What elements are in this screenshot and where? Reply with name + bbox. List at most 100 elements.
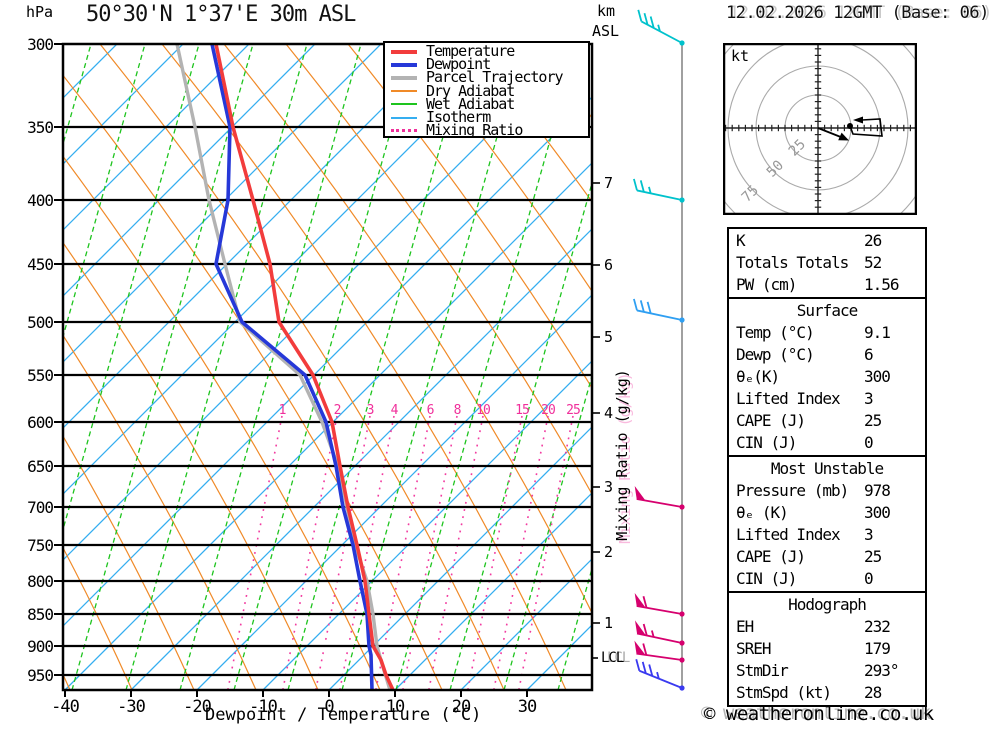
table-row-value: 26: [864, 231, 882, 250]
pressure-tick-label: 650: [27, 457, 54, 476]
table-row-label: CIN (J): [736, 569, 797, 588]
pressure-tick-label: 850: [27, 605, 54, 624]
table-row-label: SREH: [736, 639, 772, 658]
pressure-tick-label: 450: [27, 255, 54, 274]
height-axis-unit: km: [597, 2, 616, 20]
table-row-label: CAPE (J): [736, 547, 806, 566]
temperature-tick-label: -20: [183, 697, 212, 717]
km-tick-label: 3: [604, 478, 614, 496]
legend-swatch-mixing-ratio: [391, 129, 417, 133]
table-row: Totals Totals 52: [729, 252, 925, 274]
temperature-tick-label: -10: [249, 697, 278, 717]
table-row-label: StmSpd (kt): [736, 683, 832, 702]
page-title: 50°30'N 1°37'E 30m ASL: [86, 2, 356, 27]
pressure-tick-label: 350: [27, 118, 54, 137]
pressure-tick-label: 300: [27, 35, 54, 54]
mixing-ratio-value-label: 3: [366, 403, 375, 418]
table-row-value: 293°: [864, 661, 900, 680]
table-row: SREH 179: [729, 638, 925, 660]
pressure-tick-label: 900: [27, 637, 54, 656]
wind-barb-column: [633, 9, 685, 691]
pressure-tick-label: 600: [27, 413, 54, 432]
pressure-tick-label: 400: [27, 191, 54, 210]
pressure-tick-label: 800: [27, 572, 54, 591]
pressure-axis-unit: hPa: [26, 3, 54, 21]
mixing-ratio-value-label: 10: [476, 403, 491, 418]
mixing-ratio-value-label: 2: [333, 403, 342, 418]
table-row: Dewp (°C) 6: [729, 344, 925, 366]
storm-motion-vector: [817, 127, 843, 139]
legend: Temperature Dewpoint Parcel Trajectory Dry …: [383, 41, 590, 138]
temperature-tick-label: -40: [51, 697, 80, 717]
mixing-ratio-value-label: 15: [515, 403, 530, 418]
mixing-ratio-value-label: 4: [390, 403, 399, 418]
mixing-ratio-axis-label: Mixing Ratio (g/kg): [613, 369, 631, 541]
km-tick-label: 2: [604, 543, 614, 561]
table-row-value: 978: [864, 481, 891, 500]
table-section: Surface Temp (°C) 9.1 Dewp (°C) 6 θₑ(K) 300 Lif…: [727, 297, 927, 457]
table-row-value: 1.56: [864, 275, 900, 294]
temperature-line: [214, 45, 395, 690]
table-row: K 26: [729, 230, 925, 252]
table-row-value: 25: [864, 547, 882, 566]
mixing-ratio-value-label: 6: [426, 403, 435, 418]
axis-ticks: [54, 43, 600, 697]
legend-swatch-dry-adiabat: [391, 90, 417, 93]
pressure-tick-label: 950: [27, 666, 54, 685]
table-row-label: EH: [736, 617, 754, 636]
table-row: EH 232: [729, 616, 925, 638]
table-section: K 26 Totals Totals 52 PW (cm) 1.56: [727, 227, 927, 299]
table-row-value: 25: [864, 411, 882, 430]
table-row: StmSpd (kt) 28: [729, 682, 925, 704]
km-tick-label: 4: [604, 404, 614, 422]
table-row-label: Lifted Index: [736, 389, 841, 408]
km-tick-label: 6: [604, 256, 614, 274]
skewt-sounding-app: { "header": { "title": "50°30'N 1°37'E 3…: [0, 0, 1000, 733]
table-row-label: CIN (J): [736, 433, 797, 452]
table-row-value: 0: [864, 433, 874, 452]
pressure-tick-label: 500: [27, 313, 54, 332]
table-section-header: Surface: [796, 301, 858, 320]
table-row: CAPE (J) 25: [729, 410, 925, 432]
temperature-tick-label: -30: [117, 697, 146, 717]
table-row-value: 300: [864, 367, 891, 386]
table-section-header: Hodograph: [788, 595, 867, 614]
table-row-value: 3: [864, 525, 874, 544]
table-row-label: CAPE (J): [736, 411, 806, 430]
table-row-value: 300: [864, 503, 891, 522]
table-row: Temp (°C) 9.1: [729, 322, 925, 344]
temperature-tick-label: 0: [324, 697, 334, 717]
valid-datetime: 12.02.2026 12GMT (Base: 06): [726, 3, 989, 23]
table-row: CIN (J) 0: [729, 568, 925, 590]
table-row-label: θₑ(K): [736, 367, 780, 386]
legend-swatch-isotherm: [391, 116, 417, 119]
table-row-value: 52: [864, 253, 882, 272]
table-section-header: Most Unstable: [770, 459, 884, 478]
wind-barb: [635, 659, 685, 691]
table-row-label: θₑ (K): [736, 503, 789, 522]
wind-barb: [635, 620, 685, 646]
table-row-value: 28: [864, 683, 882, 702]
table-row-label: StmDir: [736, 661, 789, 680]
mixing-ratio-value-label: 1: [278, 403, 287, 418]
wind-barb: [633, 178, 685, 203]
legend-swatch-dewpoint: [391, 62, 417, 67]
table-row-label: Totals Totals: [736, 253, 849, 272]
table-row-label: PW (cm): [736, 275, 797, 294]
table-section: Hodograph EH 232 SREH 179 StmDir 293° StmSpd (k…: [727, 591, 927, 707]
table-row-value: 179: [864, 639, 891, 658]
wind-barb: [634, 593, 685, 617]
table-row: Lifted Index 3: [729, 388, 925, 410]
legend-swatch-parcel-trajectory: [391, 75, 417, 80]
pressure-tick-label: 750: [27, 536, 54, 555]
plot-frame: [61, 42, 594, 692]
table-row: PW (cm) 1.56: [729, 274, 925, 296]
table-row-label: K: [736, 231, 746, 250]
height-axis-asl: ASL: [592, 22, 620, 40]
table-row: StmDir 293°: [729, 660, 925, 682]
pressure-tick-label: 700: [27, 498, 54, 517]
table-row-label: Dewp (°C): [736, 345, 815, 364]
mixing-ratio-value-label: 25: [566, 403, 581, 418]
hodograph-trace-arrowhead: [853, 116, 863, 124]
wind-barb: [633, 298, 685, 323]
